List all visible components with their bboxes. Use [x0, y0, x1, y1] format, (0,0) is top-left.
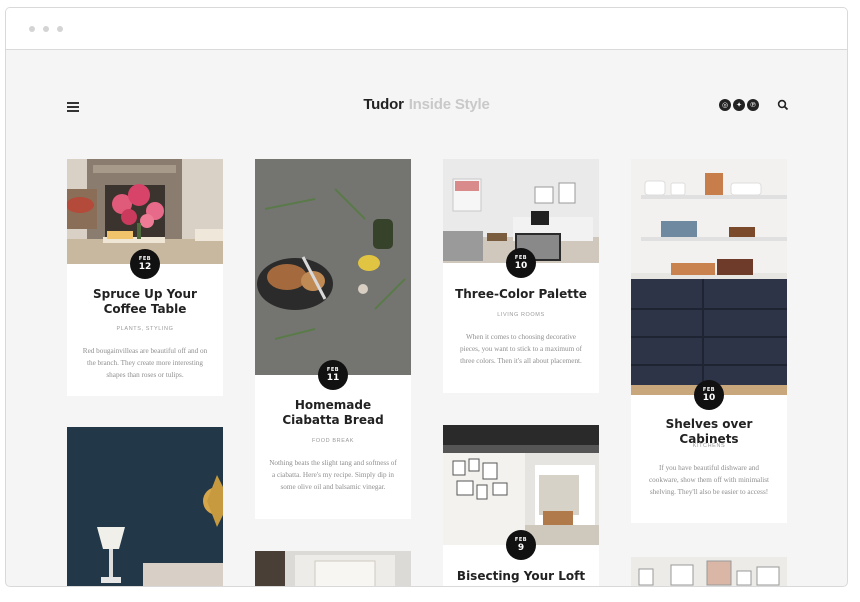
post-category[interactable]: LIVING ROOMS: [443, 312, 599, 318]
post-category[interactable]: KITCHENS: [631, 443, 787, 449]
post-title[interactable]: Three-Color Palette: [453, 287, 589, 302]
site-name-primary: Tudor: [363, 96, 404, 113]
post-title[interactable]: Homemade Ciabatta Bread: [265, 398, 401, 428]
post-category[interactable]: PLANTS, STYLING: [67, 326, 223, 332]
post-category[interactable]: FOOD BREAK: [255, 438, 411, 444]
post-card[interactable]: FEB 11 Homemade Ciabatta Bread FOOD BREA…: [255, 159, 411, 519]
date-badge: FEB 11: [318, 360, 348, 390]
post-card[interactable]: FEB 10 Three-Color Palette LIVING ROOMS …: [443, 159, 599, 393]
post-excerpt: Nothing beats the slight tang and softne…: [269, 459, 397, 491]
social-links: ◎ ✦ ℗: [719, 99, 759, 111]
date-day: 10: [702, 393, 716, 403]
post-card[interactable]: [255, 551, 411, 586]
pinterest-icon[interactable]: ℗: [747, 99, 759, 111]
post-title[interactable]: Spruce Up Your Coffee Table: [77, 287, 213, 317]
twitter-icon[interactable]: ✦: [733, 99, 745, 111]
post-card[interactable]: FEB 12 Spruce Up Your Coffee Table PLANT…: [67, 159, 223, 396]
post-image[interactable]: [255, 159, 411, 375]
date-badge: FEB 10: [506, 248, 536, 278]
date-day: 10: [514, 261, 528, 271]
date-badge: FEB 9: [506, 530, 536, 560]
search-icon[interactable]: [777, 99, 789, 111]
post-image[interactable]: [255, 551, 411, 586]
window-dot-icon: [57, 26, 63, 32]
date-day: 12: [138, 262, 152, 272]
date-day: 11: [326, 373, 340, 383]
date-badge: FEB 12: [130, 249, 160, 279]
post-image[interactable]: [67, 427, 223, 586]
browser-chrome: [6, 8, 847, 50]
post-card[interactable]: [631, 557, 787, 586]
blog-page: Tudor Inside Style ◎ ✦ ℗ FEB 12 Spruce U…: [6, 50, 847, 586]
post-card[interactable]: FEB 10 Shelves over Cabinets KITCHENS If…: [631, 159, 787, 523]
browser-window: Tudor Inside Style ◎ ✦ ℗ FEB 12 Spruce U…: [5, 7, 848, 587]
post-excerpt: If you have beautiful dishware and cookw…: [648, 464, 770, 496]
site-name-secondary: Inside Style: [408, 96, 490, 113]
post-excerpt: Red bougainvilleas are beautiful off and…: [82, 347, 208, 379]
post-image[interactable]: [443, 425, 599, 545]
window-dot-icon: [29, 26, 35, 32]
date-badge: FEB 10: [694, 380, 724, 410]
date-day: 9: [517, 543, 525, 553]
post-image[interactable]: [631, 159, 787, 395]
window-dot-icon: [43, 26, 49, 32]
post-title[interactable]: Bisecting Your Loft: [453, 569, 589, 584]
post-card[interactable]: FEB 9 Bisecting Your Loft: [443, 425, 599, 586]
post-card[interactable]: [67, 427, 223, 586]
instagram-icon[interactable]: ◎: [719, 99, 731, 111]
post-image[interactable]: [631, 557, 787, 586]
post-excerpt: When it comes to choosing decorative pie…: [460, 333, 582, 365]
